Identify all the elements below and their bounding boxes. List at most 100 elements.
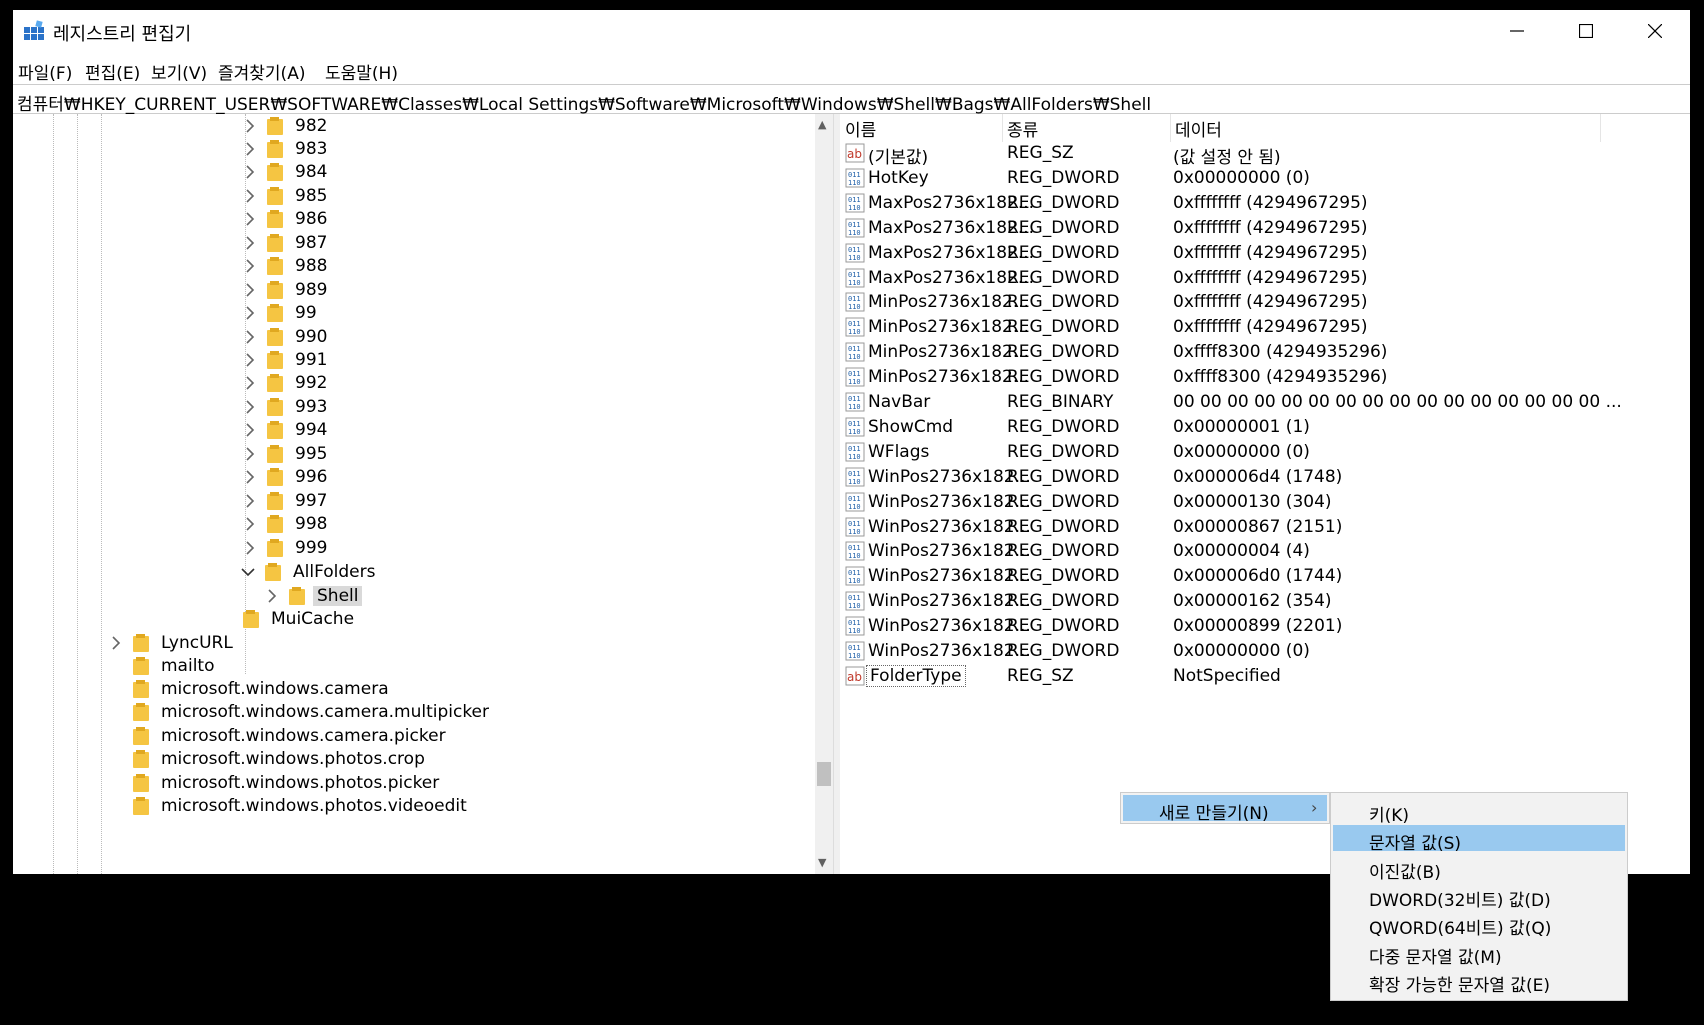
submenu-item[interactable]: DWORD(32비트) 값(D) (1333, 882, 1625, 911)
tree-node[interactable]: 989 (243, 277, 327, 302)
tree-node[interactable]: mailto (109, 653, 215, 678)
tree-node[interactable]: 997 (243, 488, 327, 513)
tree-node[interactable]: microsoft.windows.photos.picker (109, 770, 439, 795)
scroll-down-icon[interactable]: ▼ (818, 856, 826, 869)
expand-chevron-icon[interactable] (243, 541, 257, 555)
maximize-button[interactable] (1551, 10, 1620, 52)
tree-node[interactable]: microsoft.windows.camera.multipicker (109, 700, 489, 725)
tree-node[interactable]: 988 (243, 254, 327, 279)
tree-node[interactable]: 99 (243, 301, 317, 326)
tree-node[interactable]: 998 (243, 512, 327, 537)
tree-node[interactable]: MuiCache (219, 606, 354, 631)
menu-file[interactable]: 파일(F) (18, 59, 72, 84)
list-item[interactable]: 011 110 WinPos2736x182... REG_DWORD 0x000000… (841, 639, 1690, 664)
expand-chevron-icon[interactable] (243, 517, 257, 531)
expand-chevron-icon[interactable] (243, 329, 257, 344)
column-header-data[interactable]: 데이터 (1171, 114, 1601, 142)
expand-chevron-icon[interactable] (243, 212, 257, 226)
submenu-item[interactable]: QWORD(64비트) 값(Q) (1333, 910, 1625, 939)
expand-chevron-icon[interactable] (265, 588, 279, 603)
address-bar[interactable]: 컴퓨터₩HKEY_CURRENT_USER₩SOFTWARE₩Classes₩L… (13, 84, 1690, 115)
list-item[interactable]: 011 110 MaxPos2736x182... REG_DWORD 0xffffff… (841, 241, 1690, 266)
tree-node[interactable]: 996 (243, 465, 327, 490)
tree-node[interactable]: 999 (243, 535, 327, 560)
list-item[interactable]: 011 110 WinPos2736x182... REG_DWORD 0x000001… (841, 589, 1690, 614)
list-item[interactable]: 011 110 MinPos2736x182... REG_DWORD 0xffffff… (841, 290, 1690, 315)
expand-chevron-icon[interactable] (243, 189, 257, 203)
expand-chevron-icon[interactable] (243, 470, 257, 484)
list-item[interactable]: 011 110 WinPos2736x182... REG_DWORD 0x000006… (841, 465, 1690, 490)
list-item[interactable]: 011 110 WinPos2736x182... REG_DWORD 0x000008… (841, 614, 1690, 639)
list-item[interactable]: 011 110 MinPos2736x182... REG_DWORD 0xffff83… (841, 365, 1690, 390)
list-item[interactable]: 011 110 ShowCmd REG_DWORD 0x00000001 (1) (841, 415, 1690, 440)
tree-node[interactable]: 983 (243, 136, 327, 161)
list-item[interactable]: 011 110 NavBar REG_BINARY 00 00 00 00 00 00 … (841, 390, 1690, 415)
list-item[interactable]: 011 110 MaxPos2736x182... REG_DWORD 0xffffff… (841, 266, 1690, 291)
list-item[interactable]: 011 110 WinPos2736x182... REG_DWORD 0x000008… (841, 515, 1690, 540)
expand-chevron-icon[interactable] (243, 306, 257, 320)
list-item[interactable]: 011 110 MinPos2736x182... REG_DWORD 0xffffff… (841, 315, 1690, 340)
expand-chevron-icon[interactable] (243, 259, 257, 273)
submenu-item[interactable]: 다중 문자열 값(M) (1333, 939, 1625, 968)
tree-node[interactable]: microsoft.windows.camera.picker (109, 723, 446, 748)
submenu-item[interactable]: 이진값(B) (1333, 854, 1625, 883)
new-submenu-item[interactable]: 새로 만들기(N) › (1123, 795, 1327, 824)
menu-help[interactable]: 도움말(H) (325, 59, 398, 84)
tree-node[interactable]: 990 (243, 324, 327, 349)
submenu-item[interactable]: 문자열 값(S) (1333, 825, 1625, 854)
expand-chevron-icon[interactable] (243, 118, 257, 133)
submenu-item[interactable]: 확장 가능한 문자열 값(E) (1333, 967, 1625, 996)
expand-chevron-icon[interactable] (243, 283, 257, 297)
expand-chevron-icon[interactable] (243, 376, 257, 391)
tree-node[interactable]: 993 (243, 394, 327, 419)
scroll-up-icon[interactable]: ▲ (818, 118, 826, 131)
list-item[interactable]: 011 110 MaxPos2736x182... REG_DWORD 0xffffff… (841, 191, 1690, 216)
expand-chevron-icon[interactable] (243, 353, 257, 367)
tree-node[interactable]: AllFolders (241, 559, 375, 584)
tree-node[interactable]: 985 (243, 183, 327, 208)
scroll-thumb[interactable] (817, 762, 831, 786)
expand-chevron-icon[interactable] (243, 400, 257, 414)
tree-node[interactable]: 994 (243, 418, 327, 443)
tree-node[interactable]: 991 (243, 348, 327, 373)
list-item[interactable]: ab FolderType REG_SZ NotSpecified (841, 664, 1690, 689)
expand-chevron-icon[interactable] (243, 494, 257, 508)
list-item[interactable]: 011 110 WinPos2736x182... REG_DWORD 0x000006… (841, 564, 1690, 589)
close-button[interactable] (1620, 10, 1689, 52)
expand-chevron-icon[interactable] (243, 142, 257, 156)
expand-chevron-icon[interactable] (243, 236, 257, 250)
menu-edit[interactable]: 편집(E) (85, 59, 140, 84)
list-item[interactable]: 011 110 MaxPos2736x182... REG_DWORD 0xffffff… (841, 216, 1690, 241)
expand-chevron-icon[interactable] (243, 447, 257, 461)
tree-node[interactable]: LyncURL (109, 630, 233, 655)
list-item[interactable]: 011 110 HotKey REG_DWORD 0x00000000 (0) (841, 166, 1690, 191)
column-header-name[interactable]: 이름 (841, 114, 1003, 142)
column-header-type[interactable]: 종류 (1003, 114, 1171, 142)
tree-node[interactable]: microsoft.windows.camera (109, 676, 389, 701)
tree-node[interactable]: 982 (243, 114, 327, 138)
tree-node[interactable]: microsoft.windows.photos.crop (109, 747, 425, 772)
list-item[interactable]: 011 110 WinPos2736x182... REG_DWORD 0x000001… (841, 490, 1690, 515)
expand-chevron-icon[interactable] (243, 423, 257, 437)
expand-chevron-icon[interactable] (109, 635, 123, 650)
list-item[interactable]: 011 110 WFlags REG_DWORD 0x00000000 (0) (841, 440, 1690, 465)
list-item[interactable]: 011 110 MinPos2736x182... REG_DWORD 0xffff83… (841, 340, 1690, 365)
collapse-chevron-icon[interactable] (241, 565, 255, 579)
list-item[interactable]: 011 110 WinPos2736x182... REG_DWORD 0x000000… (841, 539, 1690, 564)
expand-chevron-icon[interactable] (243, 165, 257, 179)
minimize-button[interactable] (1482, 10, 1551, 52)
submenu-item[interactable]: 키(K) (1333, 797, 1625, 826)
tree-node[interactable]: 986 (243, 207, 327, 232)
tree-node[interactable]: Shell (265, 583, 363, 608)
tree-node[interactable]: 987 (243, 230, 327, 255)
tree-node[interactable]: microsoft.windows.photos.videoedit (109, 794, 467, 819)
menu-favorites[interactable]: 즐겨찾기(A) (218, 59, 305, 84)
menu-view[interactable]: 보기(V) (151, 59, 207, 84)
tree-node[interactable]: 995 (243, 441, 327, 466)
tree-node[interactable]: 984 (243, 160, 327, 185)
tree-node[interactable]: 992 (243, 371, 327, 396)
list-item[interactable]: ab (기본값) REG_SZ (값 설정 안 됨) (841, 141, 1690, 168)
pane-splitter[interactable] (833, 114, 840, 874)
tree-vertical-scrollbar[interactable]: ▲ ▼ (815, 114, 833, 874)
address-path[interactable]: 컴퓨터₩HKEY_CURRENT_USER₩SOFTWARE₩Classes₩L… (17, 90, 1151, 115)
